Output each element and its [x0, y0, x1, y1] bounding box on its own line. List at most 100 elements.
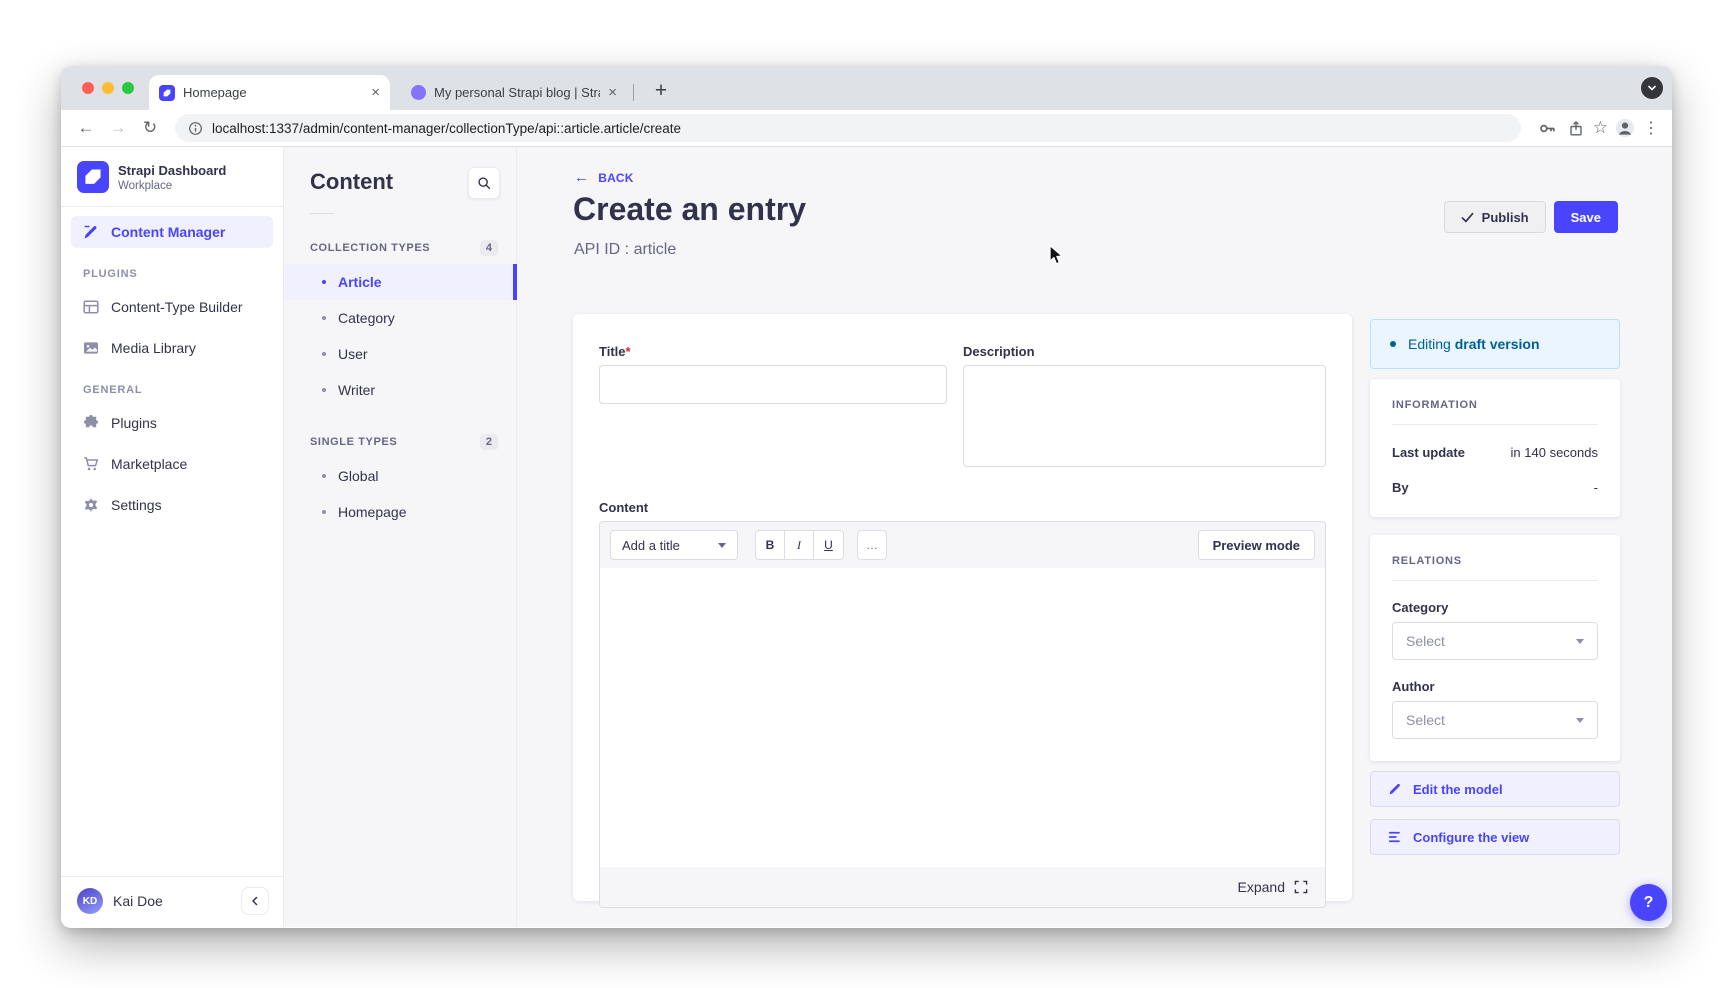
subnav-item-user[interactable]: User	[284, 336, 516, 372]
search-button[interactable]	[468, 167, 500, 199]
check-icon	[1461, 211, 1474, 224]
expand-icon[interactable]	[1294, 880, 1308, 894]
editor-footer: Expand	[600, 867, 1325, 907]
bullet-icon	[322, 316, 326, 320]
tab-title: My personal Strapi blog | Strap	[434, 85, 600, 100]
info-label: By	[1392, 480, 1409, 495]
tab-close-icon[interactable]: ×	[371, 85, 380, 100]
nav-section-heading: GENERAL	[61, 364, 283, 398]
configure-view-button[interactable]: Configure the view	[1370, 819, 1620, 855]
subnav-title: Content	[310, 167, 393, 195]
bullet-icon	[322, 352, 326, 356]
sidebar-item-content-type-builder[interactable]: Content-Type Builder	[71, 291, 273, 323]
address-bar[interactable]: localhost:1337/admin/content-manager/col…	[175, 114, 1521, 142]
browser-tab-strip: Homepage × My personal Strapi blog | Str…	[61, 66, 1672, 110]
tab-search-button[interactable]	[1641, 77, 1663, 99]
bold-button[interactable]: B	[756, 531, 785, 559]
user-name: Kai Doe	[113, 893, 231, 909]
save-label: Save	[1571, 210, 1601, 225]
sidebar-item-label: Content-Type Builder	[111, 299, 243, 315]
minimize-window-button[interactable]	[102, 82, 114, 94]
new-tab-button[interactable]: +	[645, 75, 677, 107]
subnav-item-label: Category	[338, 310, 395, 326]
back-label: BACK	[598, 171, 633, 185]
category-select[interactable]: Select	[1392, 622, 1598, 660]
publish-button[interactable]: Publish	[1444, 201, 1546, 233]
tab-homepage[interactable]: Homepage ×	[149, 75, 390, 110]
tab-strapi-blog[interactable]: My personal Strapi blog | Strap ×	[401, 75, 627, 110]
info-label: Last update	[1392, 445, 1465, 460]
main-nav-sidebar: Strapi Dashboard Workplace Content Manag…	[61, 147, 284, 927]
description-textarea[interactable]	[963, 365, 1326, 467]
page-subtitle: API ID : article	[574, 241, 676, 259]
edit-model-button[interactable]: Edit the model	[1370, 771, 1620, 807]
required-asterisk: *	[626, 344, 631, 359]
expand-label[interactable]: Expand	[1238, 879, 1285, 895]
fullscreen-window-button[interactable]	[122, 82, 134, 94]
sidebar-item-media-library[interactable]: Media Library	[71, 332, 273, 364]
layout-icon	[83, 299, 99, 315]
author-select[interactable]: Select	[1392, 701, 1598, 739]
back-arrow-icon: ←	[574, 169, 589, 186]
sidebar-item-label: Marketplace	[111, 456, 187, 472]
subnav-item-writer[interactable]: Writer	[284, 372, 516, 408]
panel-divider	[1392, 424, 1598, 425]
sidebar-item-marketplace[interactable]: Marketplace	[71, 448, 273, 480]
italic-button[interactable]: I	[785, 531, 814, 559]
pen-icon	[83, 224, 99, 240]
subnav-item-category[interactable]: Category	[284, 300, 516, 336]
back-link[interactable]: ← BACK	[574, 169, 634, 186]
forward-button[interactable]: →	[105, 118, 131, 138]
title-input[interactable]	[599, 365, 947, 404]
blog-favicon-icon	[411, 85, 426, 100]
status-dot-icon	[1390, 341, 1396, 347]
collapse-sidebar-button[interactable]	[241, 887, 269, 915]
back-button[interactable]: ←	[73, 118, 99, 138]
share-icon[interactable]	[1565, 120, 1587, 137]
info-row-last-update: Last update in 140 seconds	[1392, 445, 1598, 460]
info-value: in 140 seconds	[1511, 445, 1598, 460]
reload-button[interactable]: ↻	[137, 118, 163, 138]
subnav-item-global[interactable]: Global	[284, 458, 516, 494]
nav-spacer	[61, 521, 283, 876]
underline-button[interactable]: U	[814, 531, 843, 559]
edit-model-label: Edit the model	[1413, 782, 1503, 797]
sidebar-item-content-manager[interactable]: Content Manager	[71, 216, 273, 248]
close-window-button[interactable]	[82, 82, 94, 94]
tab-close-icon[interactable]: ×	[608, 85, 617, 100]
page-title: Create an entry	[573, 191, 806, 228]
panel-divider	[1392, 580, 1598, 581]
entry-form-card: Title* Description Content	[573, 314, 1352, 901]
bullet-icon	[322, 388, 326, 392]
bookmark-star-icon[interactable]: ☆	[1593, 118, 1608, 138]
category-field-label: Category	[1392, 600, 1598, 615]
editor-body[interactable]	[600, 568, 1325, 867]
information-card: INFORMATION Last update in 140 seconds B…	[1370, 379, 1620, 517]
publish-label: Publish	[1482, 210, 1529, 225]
heading-select-dropdown[interactable]: Add a title	[610, 530, 738, 560]
category-select-value: Select	[1406, 633, 1445, 649]
sidebar-item-label: Media Library	[111, 340, 196, 356]
subnav-item-homepage[interactable]: Homepage	[284, 494, 516, 530]
nav-divider	[61, 206, 283, 207]
information-heading: INFORMATION	[1392, 399, 1598, 411]
user-profile-row[interactable]: KD Kai Doe	[61, 876, 283, 927]
sidebar-item-settings[interactable]: Settings	[71, 489, 273, 521]
cart-icon	[83, 456, 99, 472]
workspace-brand[interactable]: Strapi Dashboard Workplace	[61, 147, 283, 206]
info-row-by: By -	[1392, 480, 1598, 495]
browser-window: Homepage × My personal Strapi blog | Str…	[61, 66, 1672, 928]
browser-menu-icon[interactable]: ⋮	[1642, 118, 1660, 138]
site-info-icon[interactable]	[188, 121, 203, 136]
preview-mode-button[interactable]: Preview mode	[1198, 530, 1315, 560]
sidebar-item-plugins[interactable]: Plugins	[71, 407, 273, 439]
password-key-icon[interactable]	[1537, 120, 1559, 137]
help-button[interactable]: ?	[1630, 884, 1667, 921]
workspace-subtitle: Workplace	[118, 180, 226, 192]
heading-select-value: Add a title	[622, 538, 680, 553]
profile-avatar-icon[interactable]	[1614, 118, 1636, 138]
bullet-icon	[322, 474, 326, 478]
more-formats-button[interactable]: …	[857, 530, 887, 560]
save-button[interactable]: Save	[1554, 201, 1618, 233]
subnav-item-article[interactable]: Article	[284, 264, 516, 300]
